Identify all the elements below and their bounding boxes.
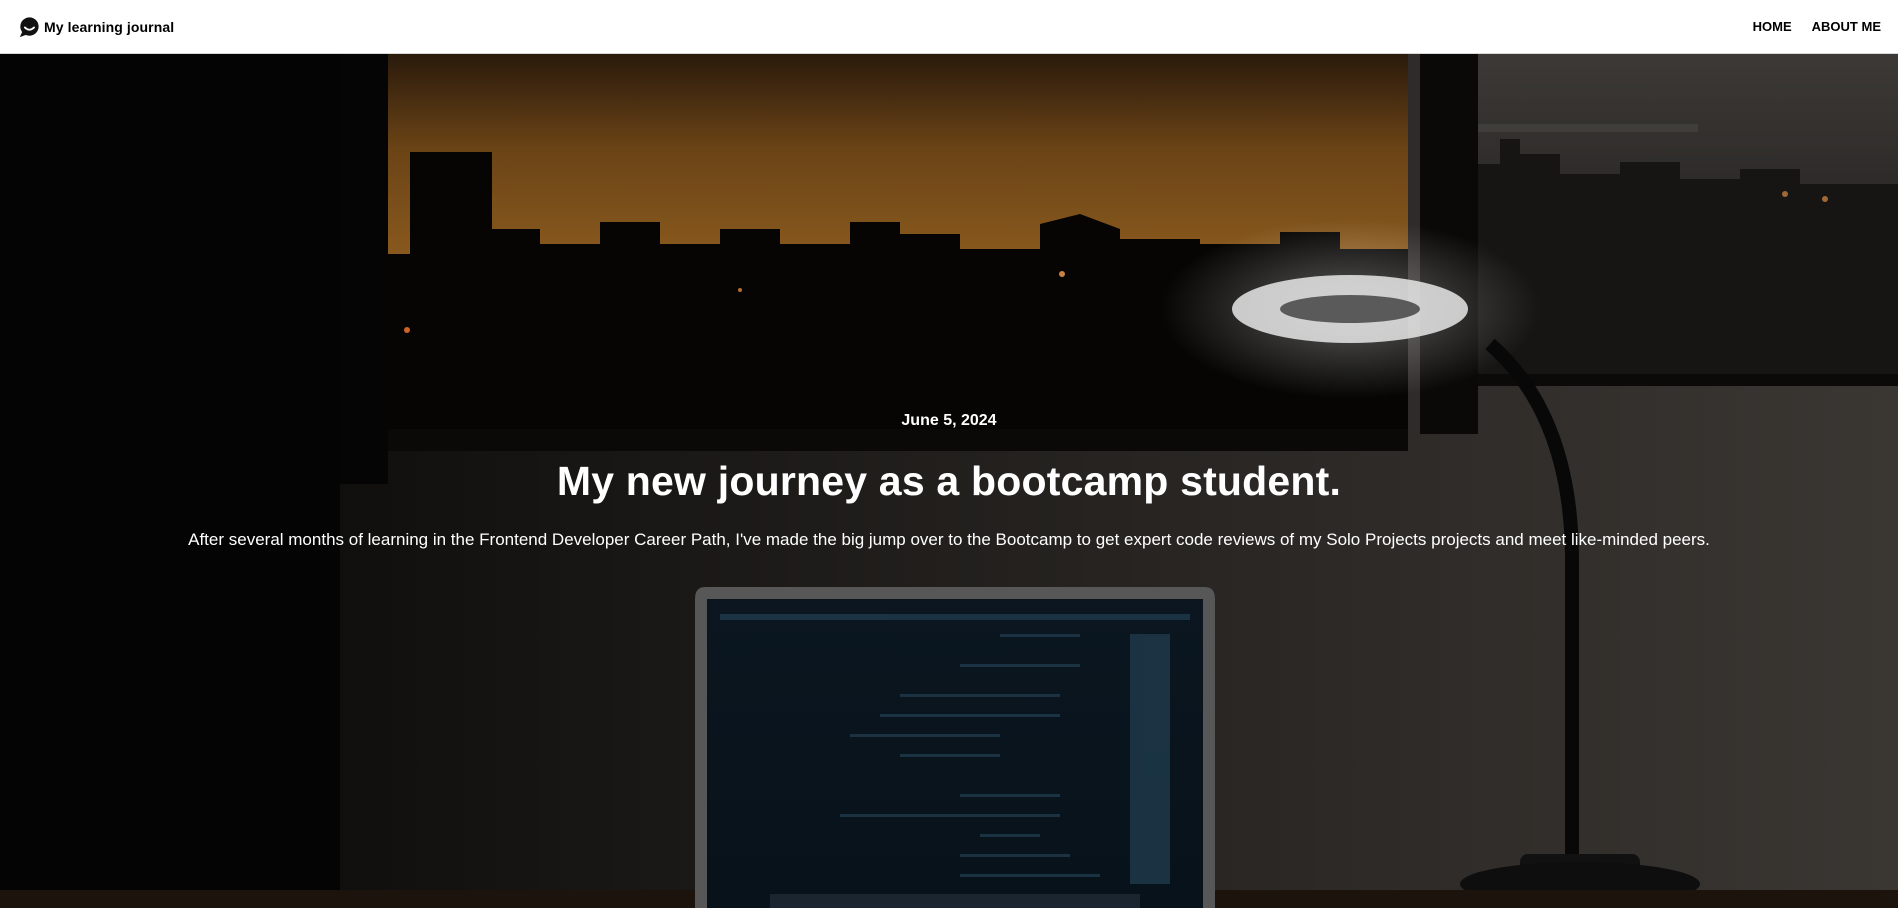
top-navbar: My learning journal HOME ABOUT ME	[0, 0, 1898, 54]
post-title[interactable]: My new journey as a bootcamp student.	[0, 458, 1898, 505]
chat-bubble-icon	[19, 16, 39, 37]
nav-home-link[interactable]: HOME	[1753, 19, 1792, 34]
nav-about-me-link[interactable]: ABOUT ME	[1812, 19, 1881, 34]
hero-featured-post[interactable]: June 5, 2024 My new journey as a bootcam…	[0, 54, 1898, 908]
post-excerpt: After several months of learning in the …	[188, 530, 1710, 549]
post-date: June 5, 2024	[901, 412, 997, 429]
brand-link[interactable]: My learning journal	[18, 16, 174, 38]
main-nav: HOME ABOUT ME	[1753, 19, 1881, 34]
brand-title: My learning journal	[44, 18, 175, 35]
